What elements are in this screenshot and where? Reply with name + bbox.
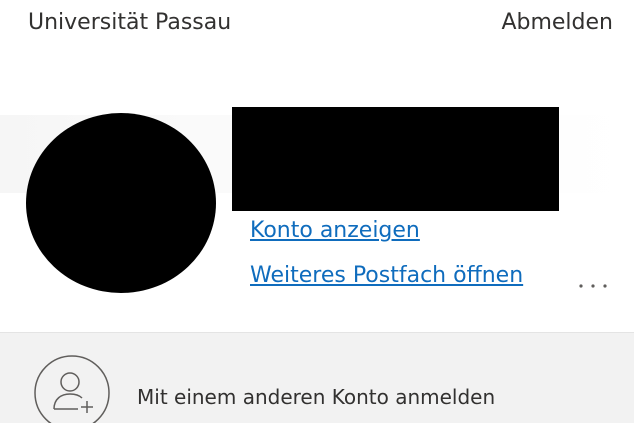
header: Universität Passau Abmelden [0, 0, 634, 60]
account-name-redacted [232, 107, 559, 211]
sign-in-other-account-label: Mit einem anderen Konto anmelden [137, 385, 496, 409]
add-person-icon [34, 355, 110, 423]
avatar [26, 113, 216, 293]
more-options-icon[interactable] [576, 268, 610, 296]
view-account-link[interactable]: Konto anzeigen [250, 218, 420, 243]
account-manager-panel: Universität Passau Abmelden Konto anzeig… [0, 0, 634, 423]
sign-out-link[interactable]: Abmelden [501, 10, 613, 35]
sign-in-other-account-button[interactable]: Mit einem anderen Konto anmelden [0, 333, 634, 423]
organization-name: Universität Passau [28, 10, 232, 35]
current-account-section: Konto anzeigen Weiteres Postfach öffnen [0, 60, 634, 332]
open-other-mailbox-link[interactable]: Weiteres Postfach öffnen [250, 263, 523, 288]
